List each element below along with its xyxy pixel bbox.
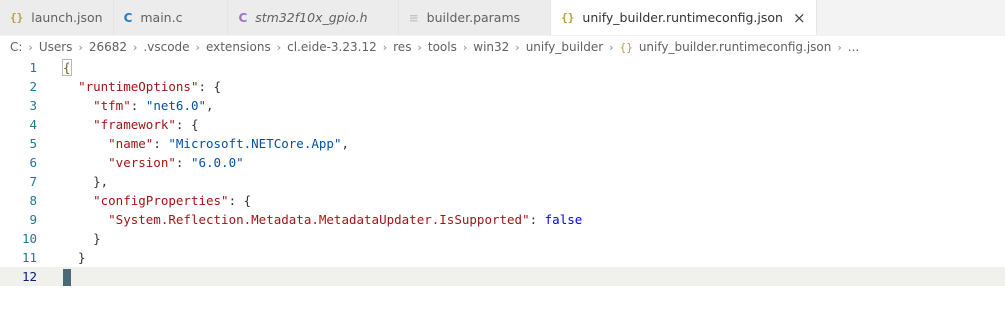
chevron-right-icon: › [515,40,520,54]
code-text[interactable]: "System.Reflection.Metadata.MetadataUpda… [37,210,582,229]
line-number: 12 [21,269,37,284]
tab-unify-builder-runtimeconfig-json[interactable]: {} unify_builder.runtimeconfig.json × [551,0,817,35]
code-line: 4 "framework": { [0,115,1005,134]
json-file-icon: {} [561,11,575,24]
line-number: 1 [29,60,37,75]
code-line: 1 { [0,58,1005,77]
code-line: 9 "System.Reflection.Metadata.MetadataUp… [0,210,1005,229]
line-number: 11 [21,250,37,265]
code-text[interactable]: } [37,229,101,248]
code-text[interactable] [37,267,71,286]
code-text[interactable]: "tfm": "net6.0", [37,96,213,115]
chevron-right-icon: › [78,40,83,54]
editor-tab-bar: {} launch.json C main.c C stm32f10x_gpio… [0,0,1005,36]
json-file-icon: {} [619,40,633,54]
chevron-right-icon: › [837,40,842,54]
line-number: 5 [29,136,37,151]
chevron-right-icon: › [417,40,422,54]
breadcrumb: C: › Users › 26682 › .vscode › extensions › c… [0,36,1005,58]
chevron-right-icon: › [195,40,200,54]
tab-label: stm32f10x_gpio.h [255,10,368,25]
line-number: 10 [21,231,37,246]
breadcrumb-file[interactable]: unify_builder.runtimeconfig.json [639,40,832,54]
line-number: 3 [29,98,37,113]
chevron-right-icon: › [462,40,468,54]
tab-label: builder.params [426,10,521,25]
tab-label: launch.json [31,10,103,25]
breadcrumb-item[interactable]: C: [10,40,22,54]
breadcrumb-item[interactable]: extensions [206,40,271,54]
line-number: 9 [29,212,37,227]
params-file-icon: ≡ [408,10,419,25]
text-cursor [63,269,71,286]
breadcrumb-more[interactable]: ... [848,40,859,54]
breadcrumb-item[interactable]: unify_builder [526,40,603,54]
line-number: 4 [29,117,37,132]
json-file-icon: {} [10,11,24,24]
breadcrumb-item[interactable]: Users [39,40,73,54]
chevron-right-icon: › [28,40,33,54]
tab-launch-json[interactable]: {} launch.json [0,0,114,35]
breadcrumb-item[interactable]: win32 [473,40,509,54]
code-text[interactable]: { [37,58,72,77]
breadcrumb-item[interactable]: .vscode [143,40,189,54]
chevron-right-icon: › [276,40,282,54]
tab-main-c[interactable]: C main.c [113,0,229,35]
code-line: 10 } [0,229,1005,248]
breadcrumb-item[interactable]: cl.eide-3.23.12 [287,40,377,54]
code-editor[interactable]: 1 { 2 "runtimeOptions": { 3 "tfm": "net6… [0,58,1005,286]
tab-stm32f10x-gpio-h[interactable]: C stm32f10x_gpio.h [228,0,399,35]
code-line: 6 "version": "6.0.0" [0,153,1005,172]
c-header-file-icon: C [238,10,248,25]
code-line: 11 } [0,248,1005,267]
chevron-right-icon: › [133,40,138,54]
line-number: 2 [29,79,37,94]
line-number: 8 [29,193,37,208]
code-line-current: 12 [0,267,1005,286]
breadcrumb-item[interactable]: res [393,40,411,54]
code-text[interactable]: "name": "Microsoft.NETCore.App", [37,134,349,153]
code-line: 5 "name": "Microsoft.NETCore.App", [0,134,1005,153]
tab-label: main.c [140,10,183,25]
tab-label: unify_builder.runtimeconfig.json [582,10,783,25]
code-text[interactable]: "framework": { [37,115,198,134]
tab-builder-params[interactable]: ≡ builder.params [398,0,552,35]
line-number: 6 [29,155,37,170]
chevron-right-icon: › [609,40,614,54]
code-text[interactable]: "version": "6.0.0" [37,153,243,172]
code-text[interactable]: "configProperties": { [37,191,251,210]
code-text[interactable]: }, [37,172,108,191]
code-line: 7 }, [0,172,1005,191]
code-line: 3 "tfm": "net6.0", [0,96,1005,115]
code-text[interactable]: } [37,248,86,267]
code-line: 2 "runtimeOptions": { [0,77,1005,96]
close-icon[interactable]: × [793,9,806,27]
line-number: 7 [29,174,37,189]
c-file-icon: C [123,10,133,25]
breadcrumb-item[interactable]: 26682 [89,40,127,54]
code-text[interactable]: "runtimeOptions": { [37,77,221,96]
code-line: 8 "configProperties": { [0,191,1005,210]
breadcrumb-item[interactable]: tools [428,40,457,54]
bracket-match: { [62,59,72,76]
chevron-right-icon: › [382,40,388,54]
